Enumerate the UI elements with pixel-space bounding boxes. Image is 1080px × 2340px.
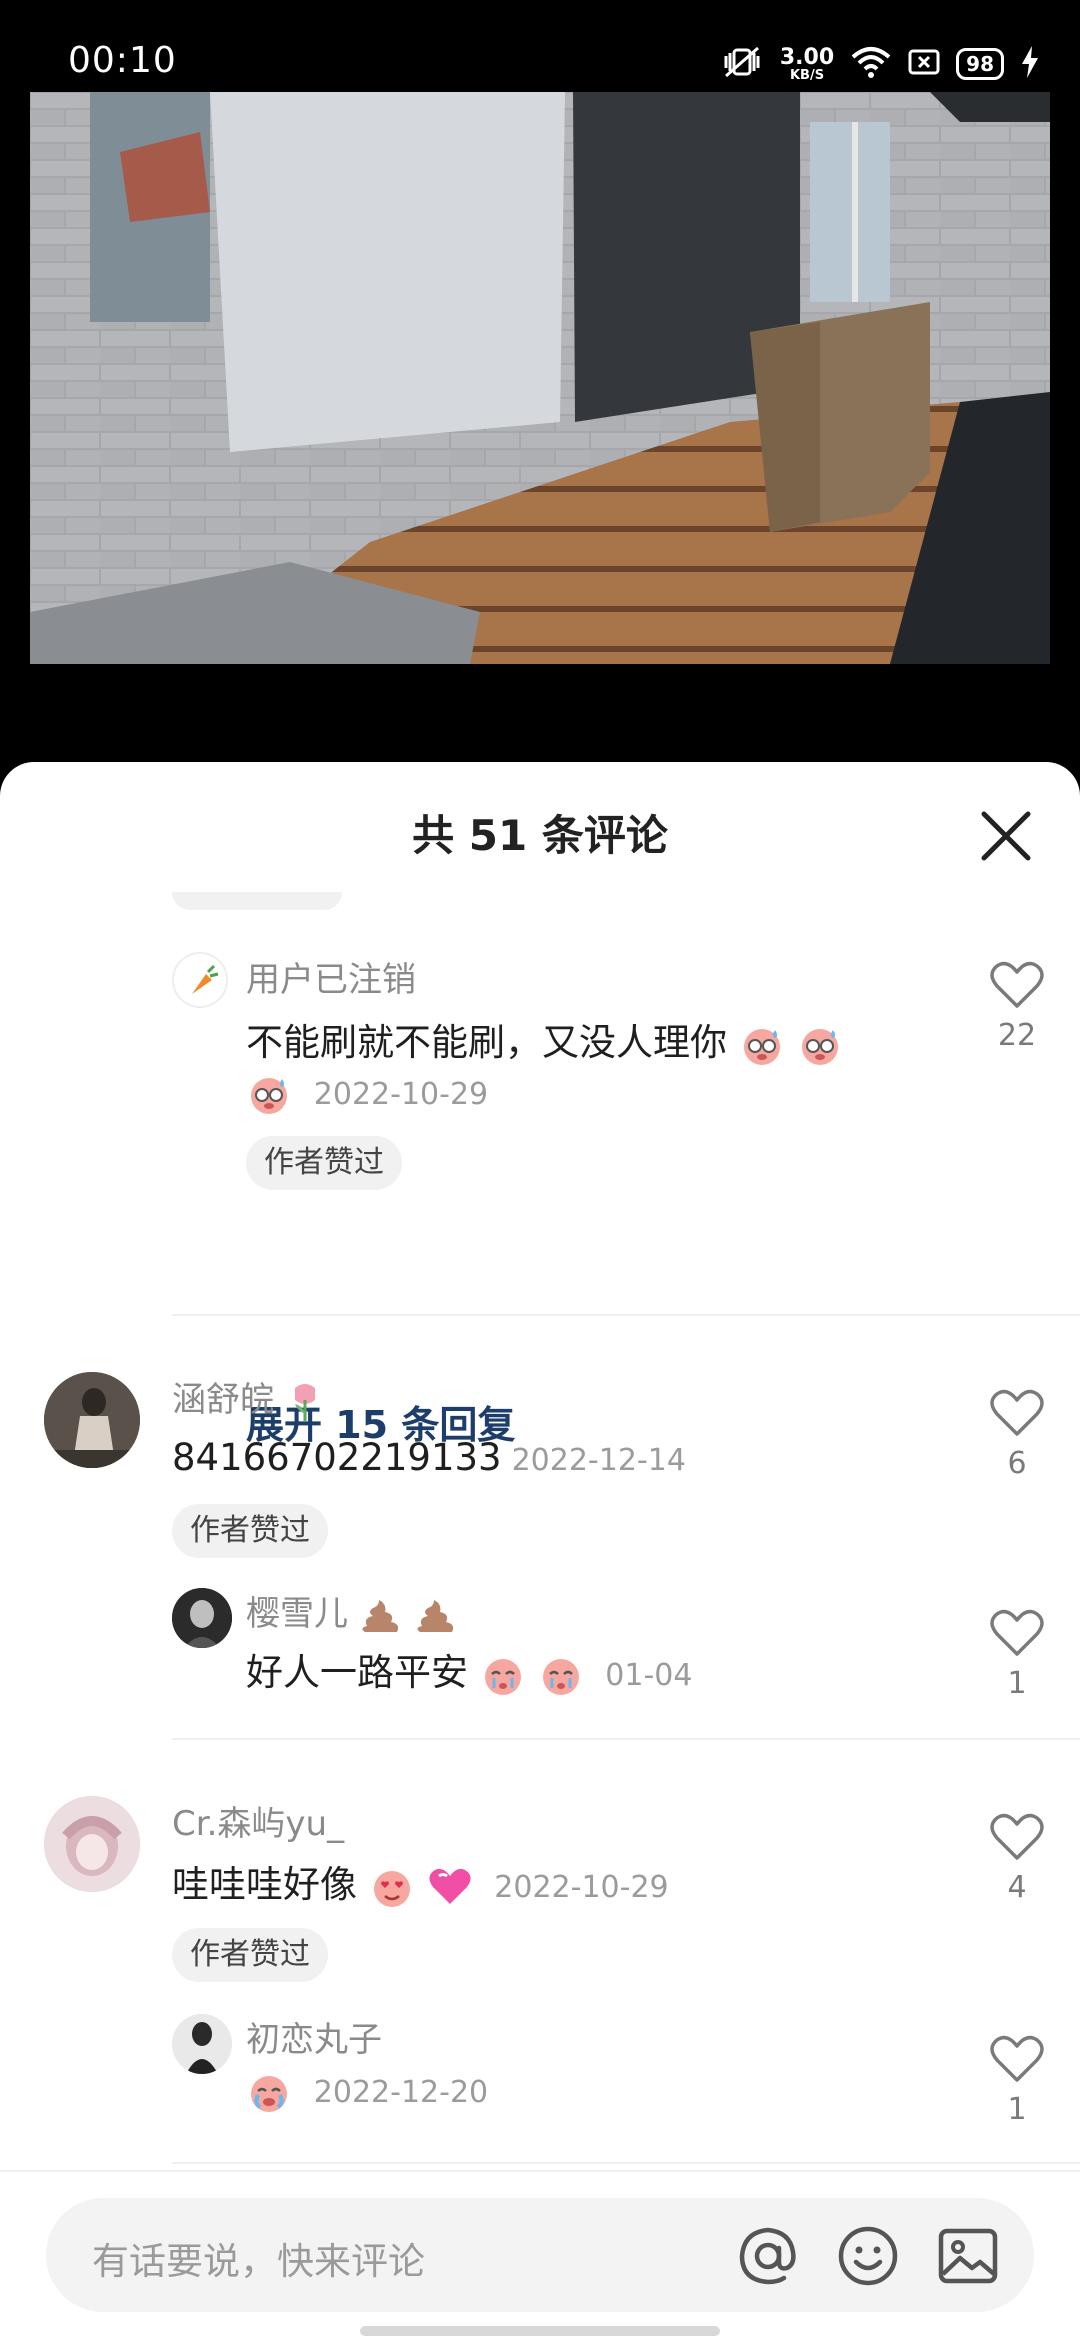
author-liked-badge: 作者赞过: [246, 1136, 402, 1190]
comment-date: 2022-10-29: [313, 1077, 489, 1112]
video-player[interactable]: [30, 92, 1050, 664]
heart-eyes-emoji-icon: [373, 1870, 410, 1907]
reply-text: 好人一路平安 01-04: [246, 1642, 692, 1698]
sweat-emoji-icon: [251, 1077, 287, 1114]
at-mention-button[interactable]: [734, 2222, 802, 2290]
status-time: 00:10: [68, 40, 177, 81]
author-liked-badge: 作者赞过: [172, 1504, 328, 1558]
reply-username[interactable]: 初恋丸子: [246, 2012, 382, 2061]
like-button[interactable]: 22: [982, 960, 1052, 1053]
like-count: 4: [1007, 1870, 1027, 1905]
crying-emoji-icon: [484, 1658, 521, 1695]
like-count: 1: [1007, 2092, 1027, 2127]
reply-date: 2022-12-20: [313, 2075, 489, 2110]
status-icons: 3.00 KB/S 98: [720, 44, 1040, 84]
home-indicator[interactable]: [360, 2326, 720, 2336]
divider: [172, 1314, 1080, 1316]
user-avatar-image: [172, 2014, 232, 2074]
heart-icon: [990, 1813, 1044, 1860]
comment-username[interactable]: 用户已注销: [246, 952, 416, 1001]
user-avatar-image: [44, 1796, 140, 1892]
reply-text: 2022-12-20: [246, 2068, 488, 2115]
comment-text: 哇哇哇好像 2022-10-29: [172, 1854, 669, 1910]
heart-icon: [990, 2035, 1044, 2082]
author-liked-badge: 作者赞过: [172, 1928, 328, 1982]
emoji-icon: [838, 2226, 898, 2286]
heart-icon: [990, 1609, 1044, 1656]
mute-vibrate-icon: [720, 44, 764, 84]
crying-emoji-icon: [251, 2075, 287, 2112]
comment-text: 不能刷就不能刷，又没人理你: [246, 1012, 843, 1068]
pink-heart-icon: [428, 1868, 471, 1904]
battery-icon: 98: [956, 48, 1004, 80]
close-icon: [981, 811, 1031, 861]
tulip-icon: [294, 1383, 315, 1422]
divider: [172, 2162, 1080, 2164]
sweat-emoji-icon: [743, 1028, 780, 1065]
reply-date: 01-04: [605, 1658, 693, 1693]
comment-meta: 2022-10-29: [246, 1070, 488, 1117]
video-frame-image: [30, 92, 1050, 664]
at-icon: [739, 2227, 796, 2285]
sweat-emoji-icon: [801, 1028, 838, 1065]
close-button[interactable]: [970, 800, 1042, 872]
network-speed: 3.00 KB/S: [779, 44, 835, 83]
reply-like-button[interactable]: 1: [982, 2034, 1052, 2127]
poop-emoji-icon: [362, 1599, 398, 1632]
like-count: 1: [1007, 1666, 1027, 1701]
comment-username[interactable]: Cr.森屿yu_: [172, 1796, 344, 1845]
comment-input-bar: 有话要说，快来评论: [0, 2170, 1080, 2340]
carrot-icon: [192, 964, 219, 994]
heart-icon: [990, 1389, 1044, 1436]
divider: [172, 1738, 1080, 1740]
comment-date: 2022-10-29: [494, 1870, 669, 1905]
comment-date: 2022-12-14: [511, 1443, 686, 1478]
heart-icon: [990, 961, 1044, 1008]
comments-sheet: 共 51 条评论 用户已注销 不能刷就不能刷，又没人理你 2022-10-29 …: [0, 762, 1080, 2340]
like-button[interactable]: 4: [982, 1812, 1052, 1905]
status-bar: 00:10 3.00 KB/S 98: [0, 0, 1080, 92]
comment-input-placeholder: 有话要说，快来评论: [92, 2240, 425, 2283]
charging-icon: [1020, 44, 1040, 84]
avatar[interactable]: [44, 1796, 140, 1892]
comment-input[interactable]: 有话要说，快来评论: [46, 2198, 1034, 2312]
crying-emoji-icon: [542, 1658, 579, 1695]
poop-emoji-icon: [417, 1599, 453, 1632]
comment-username[interactable]: 涵舒皖: [172, 1372, 325, 1424]
user-avatar-image: [172, 1588, 232, 1648]
wifi-icon: [850, 45, 892, 83]
comment-text: 84166702219133 2022-12-14: [172, 1436, 686, 1479]
emoji-button[interactable]: [834, 2222, 902, 2290]
reply-avatar[interactable]: [172, 2014, 232, 2074]
reply-like-button[interactable]: 1: [982, 1608, 1052, 1701]
avatar[interactable]: [172, 952, 228, 1008]
previous-tag-fragment: [172, 892, 342, 910]
image-button[interactable]: [934, 2222, 1002, 2290]
reply-avatar[interactable]: [172, 1588, 232, 1648]
image-icon: [938, 2228, 998, 2284]
sim-icon: [908, 47, 940, 81]
like-count: 6: [1007, 1446, 1027, 1481]
comments-title: 共 51 条评论: [412, 811, 668, 860]
like-button[interactable]: 6: [982, 1388, 1052, 1481]
like-count: 22: [997, 1018, 1037, 1053]
reply-username[interactable]: 樱雪儿: [246, 1586, 458, 1636]
user-avatar-image: [44, 1372, 140, 1468]
avatar[interactable]: [44, 1372, 140, 1468]
